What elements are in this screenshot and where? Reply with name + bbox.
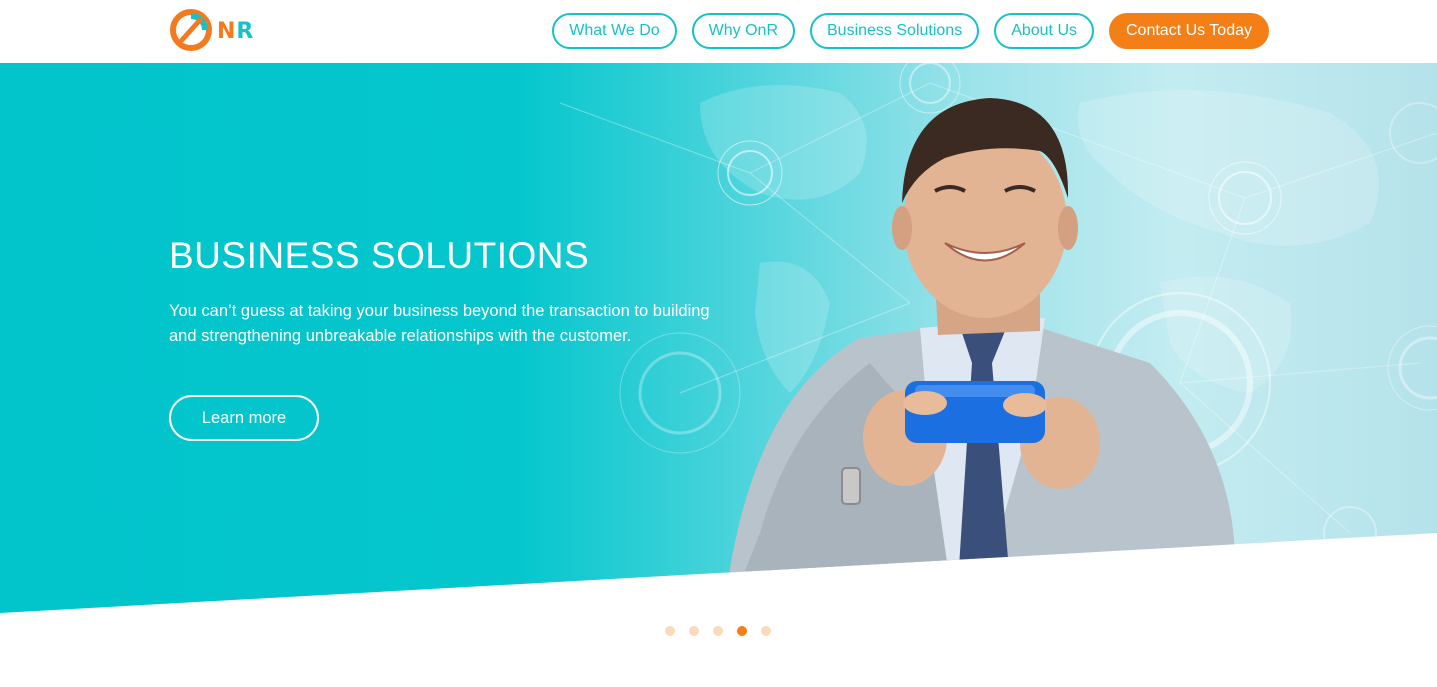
logo-letter-r: R: [236, 18, 255, 44]
logo-mark-icon: [170, 9, 212, 51]
learn-more-button[interactable]: Learn more: [169, 395, 319, 441]
nav-why-onr[interactable]: Why OnR: [691, 13, 795, 49]
logo-letter-n: N: [217, 18, 237, 44]
carousel-dot-2[interactable]: [689, 626, 699, 636]
carousel-dot-1[interactable]: [665, 626, 675, 636]
site-header: NR What We Do Why OnR Business Solutions…: [0, 0, 1437, 63]
contact-us-button[interactable]: Contact Us Today: [1109, 13, 1269, 49]
hero-description: You can’t guess at taking your business …: [169, 302, 710, 345]
hero-title: BUSINESS SOLUTIONS: [169, 235, 590, 276]
onr-logo[interactable]: NR: [168, 6, 258, 54]
carousel-dot-3[interactable]: [713, 626, 723, 636]
hero-slide: BUSINESS SOLUTIONS You can’t guess at ta…: [0, 63, 1437, 613]
nav-what-we-do[interactable]: What We Do: [552, 13, 677, 49]
nav-business-solutions[interactable]: Business Solutions: [810, 13, 980, 49]
main-nav: What We Do Why OnR Business Solutions Ab…: [552, 13, 1269, 49]
logo-text: NR: [217, 19, 254, 44]
carousel-dot-4[interactable]: [737, 626, 747, 636]
carousel-dot-5[interactable]: [761, 626, 771, 636]
nav-about-us[interactable]: About Us: [994, 13, 1094, 49]
carousel-dots: [665, 626, 771, 636]
